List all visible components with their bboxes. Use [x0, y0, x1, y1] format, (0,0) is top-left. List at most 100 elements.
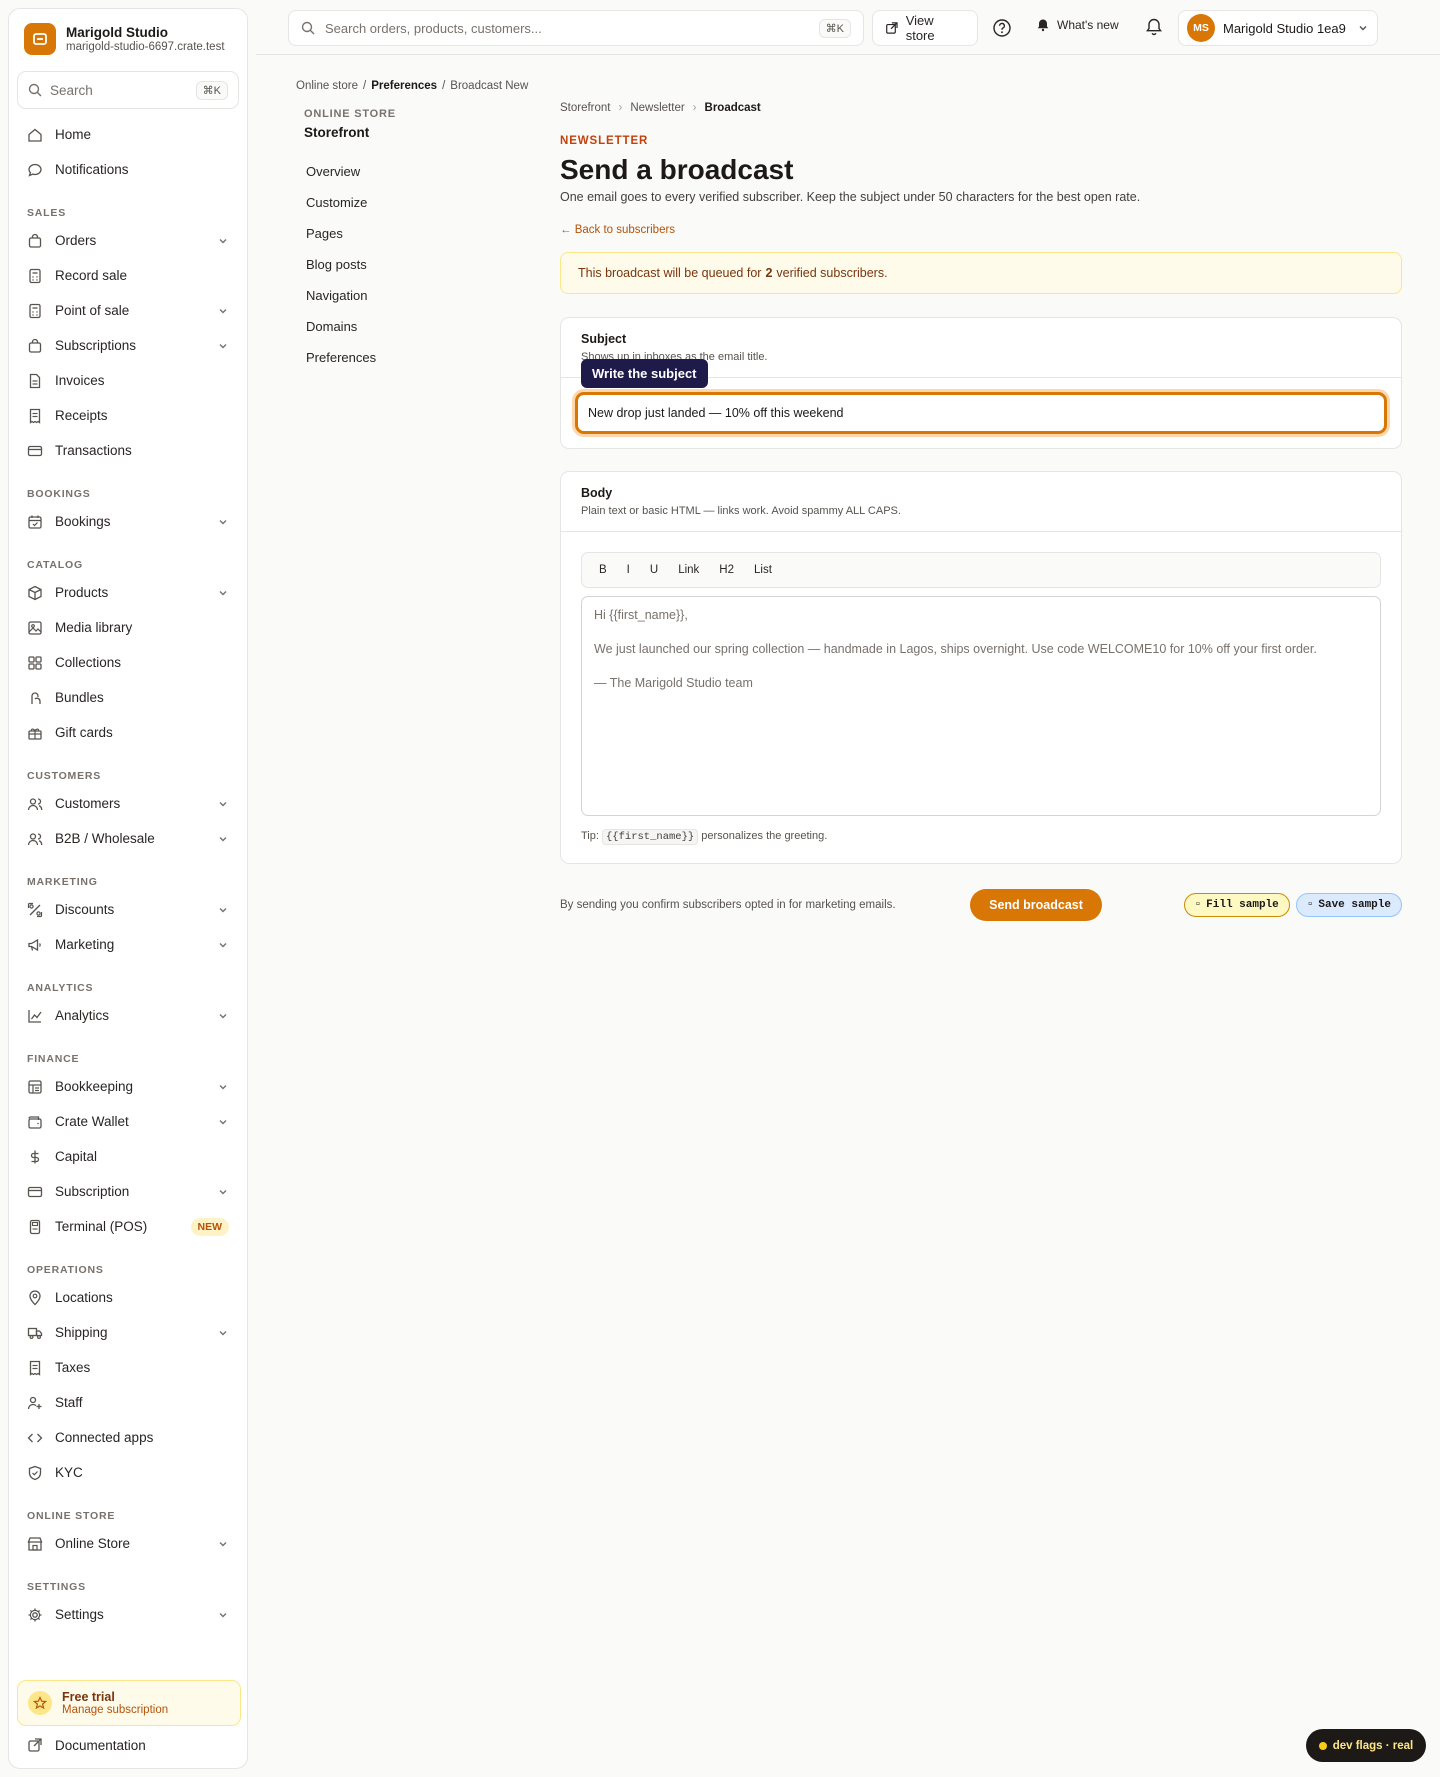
subnav-link-blog-posts[interactable]: Blog posts: [304, 257, 504, 288]
sidebar-item-home[interactable]: Home: [9, 117, 247, 152]
sidebar-item-bookings[interactable]: Bookings: [9, 504, 247, 539]
sidebar-item-orders[interactable]: Orders: [9, 223, 247, 258]
bundle-icon: [27, 690, 43, 706]
subnav-link-domains[interactable]: Domains: [304, 319, 504, 350]
notifications-bell-icon[interactable]: [1144, 17, 1164, 37]
subnav-link-overview[interactable]: Overview: [304, 164, 504, 195]
body-tip: Tip: {{first_name}} personalizes the gre…: [581, 829, 1381, 845]
body-textarea[interactable]: Hi {{first_name}}, We just launched our s…: [581, 596, 1381, 816]
body-line: Hi {{first_name}},: [594, 608, 688, 622]
sidebar-item-record-sale[interactable]: Record sale: [9, 258, 247, 293]
sidebar-item-notifications[interactable]: Notifications: [9, 152, 247, 187]
sidebar-item-invoices[interactable]: Invoices: [9, 363, 247, 398]
sidebar-item-kyc[interactable]: KYC: [9, 1455, 247, 1490]
sidebar-item-label: Collections: [55, 655, 122, 670]
dev-flags-pill[interactable]: dev flags · real: [1306, 1729, 1426, 1762]
sidebar-item-settings[interactable]: Settings: [9, 1597, 247, 1632]
sidebar-item-media-library[interactable]: Media library: [9, 610, 247, 645]
sidebar-item-gift-cards[interactable]: Gift cards: [9, 715, 247, 750]
breadcrumb-current: Broadcast New: [450, 80, 529, 92]
sidebar-item-receipts[interactable]: Receipts: [9, 398, 247, 433]
sidebar-item-taxes[interactable]: Taxes: [9, 1350, 247, 1385]
sidebar-item-connected-apps[interactable]: Connected apps: [9, 1420, 247, 1455]
sidebar-item-crate-wallet[interactable]: Crate Wallet: [9, 1104, 247, 1139]
breadcrumb-preferences[interactable]: Preferences: [371, 80, 437, 92]
search-icon: [28, 83, 42, 97]
sidebar-search[interactable]: Search ⌘K: [17, 71, 239, 109]
back-to-subscribers-link[interactable]: ← Back to subscribers: [560, 224, 675, 236]
breadcrumb-separator: /: [442, 80, 446, 92]
subnav-link-pages[interactable]: Pages: [304, 226, 504, 257]
whats-new-button[interactable]: What's new: [1036, 18, 1119, 32]
sidebar-item-label: Subscription: [55, 1184, 130, 1199]
sidebar-item-b2b-wholesale[interactable]: B2B / Wholesale: [9, 821, 247, 856]
sidebar-item-bookkeeping[interactable]: Bookkeeping: [9, 1069, 247, 1104]
chevron-down-icon: [219, 238, 227, 243]
subnav-link-customize[interactable]: Customize: [304, 195, 504, 226]
toolbar-b-button[interactable]: B: [590, 560, 616, 580]
documentation-link[interactable]: Documentation: [9, 1730, 247, 1760]
sidebar-item-marketing[interactable]: Marketing: [9, 927, 247, 962]
sidebar-item-online-store[interactable]: Online Store: [9, 1526, 247, 1561]
chevron-down-icon: [219, 519, 227, 524]
chevron-down-icon: [219, 1084, 227, 1089]
send-broadcast-button[interactable]: Send broadcast: [970, 889, 1102, 921]
global-search-input[interactable]: Search orders, products, customers... ⌘K: [288, 10, 864, 46]
subject-card: Subject Shows up in inboxes as the email…: [560, 317, 1402, 449]
sidebar-item-collections[interactable]: Collections: [9, 645, 247, 680]
sidebar-item-label: Home: [55, 127, 92, 142]
brand[interactable]: Marigold Studio marigold-studio-6697.cra…: [9, 9, 247, 67]
help-icon[interactable]: [992, 18, 1012, 38]
free-trial-card[interactable]: Free trial Manage subscription: [17, 1680, 241, 1726]
sidebar-item-products[interactable]: Products: [9, 575, 247, 610]
crumb-storefront[interactable]: Storefront: [560, 102, 611, 114]
sidebar-item-discounts[interactable]: Discounts: [9, 892, 247, 927]
sidebar-item-subscriptions[interactable]: Subscriptions: [9, 328, 247, 363]
image-icon: [27, 620, 43, 636]
subnav-link-preferences[interactable]: Preferences: [304, 350, 504, 381]
fill-sample-button[interactable]: ▫ Fill sample: [1183, 893, 1290, 917]
sidebar-item-staff[interactable]: Staff: [9, 1385, 247, 1420]
calendar-icon: [27, 514, 43, 530]
wallet-icon: [27, 1114, 43, 1130]
subnav-links: Overview Customize Pages Blog posts Navigati…: [304, 164, 504, 381]
breadcrumb-online-store[interactable]: Online store: [296, 80, 358, 92]
new-badge: NEW: [190, 1217, 229, 1236]
breadcrumb-separator: /: [363, 80, 367, 92]
sidebar-item-terminal-pos[interactable]: Terminal (POS) NEW: [9, 1209, 247, 1244]
subnav-link-navigation[interactable]: Navigation: [304, 288, 504, 319]
account-menu[interactable]: MS Marigold Studio 1ea9: [1178, 10, 1378, 46]
dev-square-icon: ▫: [1194, 899, 1202, 911]
chevron-down-icon: [219, 343, 227, 348]
subject-input[interactable]: [575, 392, 1387, 434]
sidebar-item-point-of-sale[interactable]: Point of sale: [9, 293, 247, 328]
sidebar-item-transactions[interactable]: Transactions: [9, 433, 247, 468]
crumb-newsletter[interactable]: Newsletter: [630, 102, 684, 114]
sidebar-nav: Home Notifications SALES Orders Record sale P…: [9, 117, 247, 1632]
sidebar-item-label: Orders: [55, 233, 97, 248]
fill-sample-label: Fill sample: [1206, 899, 1279, 911]
sidebar-item-subscription[interactable]: Subscription: [9, 1174, 247, 1209]
sidebar-section-finance: FINANCE: [27, 1053, 80, 1065]
toolbar-list-button[interactable]: List: [745, 560, 781, 580]
toolbar-i-button[interactable]: I: [618, 560, 639, 580]
save-sample-button[interactable]: ▫ Save sample: [1295, 893, 1402, 917]
sidebar-item-label: Settings: [55, 1607, 104, 1622]
sidebar-item-label: KYC: [55, 1465, 83, 1480]
chevron-down-icon: [219, 1330, 227, 1335]
toolbar-u-button[interactable]: U: [641, 560, 667, 580]
sidebar-section-customers: CUSTOMERS: [27, 770, 102, 782]
sidebar-item-bundles[interactable]: Bundles: [9, 680, 247, 715]
storefront-subnav: ONLINE STORE Storefront Overview Customiz…: [304, 108, 504, 381]
sidebar-item-capital[interactable]: Capital: [9, 1139, 247, 1174]
gift-icon: [27, 725, 43, 741]
view-store-button[interactable]: View store: [872, 10, 978, 46]
toolbar-h2-button[interactable]: H2: [710, 560, 743, 580]
sidebar-section-bookings: BOOKINGS: [27, 488, 91, 500]
sidebar-item-analytics[interactable]: Analytics: [9, 998, 247, 1033]
sidebar-item-locations[interactable]: Locations: [9, 1280, 247, 1315]
toolbar-link-button[interactable]: Link: [669, 560, 708, 580]
sidebar-item-customers[interactable]: Customers: [9, 786, 247, 821]
sidebar-item-shipping[interactable]: Shipping: [9, 1315, 247, 1350]
chevron-down-icon: [219, 308, 227, 313]
